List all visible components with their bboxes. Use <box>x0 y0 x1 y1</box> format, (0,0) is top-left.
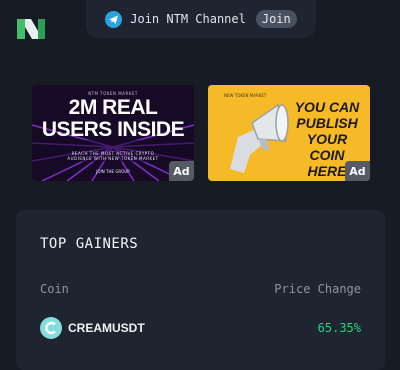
panel-title: TOP GAINERS <box>40 236 139 252</box>
megaphone-icon <box>230 103 289 173</box>
ad-badge: Ad <box>345 161 370 181</box>
join-button[interactable]: Join <box>255 10 297 28</box>
ad-headline: 2M REAL USERS INSIDE <box>41 96 185 141</box>
cream-coin-icon <box>40 317 62 339</box>
coin-name: CREAMUSDT <box>68 321 145 335</box>
ad-subtext: REACH THE MOST ACTIVE CRYPTO AUDIENCE WI… <box>67 151 159 161</box>
top-gainers-panel: TOP GAINERS Coin Price Change CREAMUSDT … <box>16 210 385 370</box>
ntm-logo-icon[interactable] <box>16 16 46 42</box>
telegram-icon <box>105 10 123 28</box>
ad-banner-users[interactable]: NTM TOKEN MARKET 2M REAL USERS INSIDE RE… <box>32 85 194 181</box>
table-row[interactable]: CREAMUSDT 65.35% <box>40 316 361 340</box>
ad-brand: NEW TOKEN MARKET <box>224 93 267 98</box>
column-header-price-change[interactable]: Price Change <box>274 282 361 296</box>
column-header-coin[interactable]: Coin <box>40 282 69 296</box>
telegram-channel-banner[interactable]: Join NTM Channel Join <box>86 0 316 38</box>
ad-banner-publish[interactable]: NEW TOKEN MARKET YOU CAN PUBLISH YOUR CO… <box>208 85 370 181</box>
price-change: 65.35% <box>317 321 361 335</box>
channel-text: Join NTM Channel <box>130 12 246 26</box>
ad-badge: Ad <box>169 161 194 181</box>
